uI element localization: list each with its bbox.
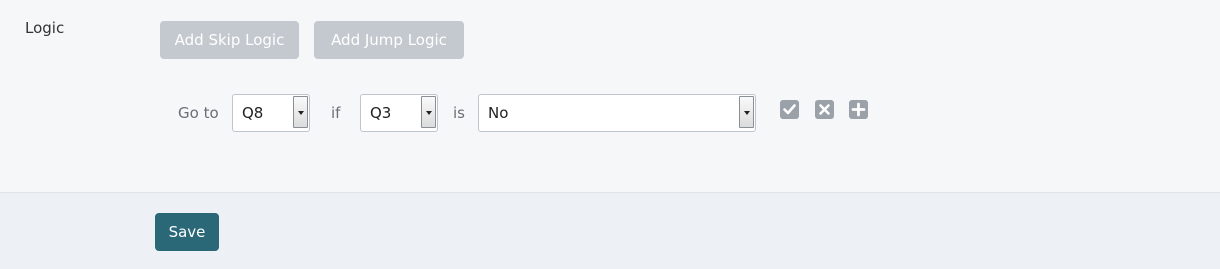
goto-question-select[interactable]: Q8 (232, 94, 310, 132)
if-question-value: Q3 (370, 104, 392, 122)
is-label: is (453, 104, 465, 122)
close-icon[interactable] (815, 100, 834, 119)
check-icon[interactable] (780, 100, 799, 119)
form-footer: Save (0, 192, 1220, 269)
logic-rule-row: Go to Q8 if Q3 is No (0, 94, 1220, 132)
chevron-down-icon[interactable] (739, 96, 754, 128)
save-button[interactable]: Save (155, 213, 219, 251)
plus-icon[interactable] (849, 100, 868, 119)
goto-label: Go to (178, 104, 219, 122)
chevron-down-icon[interactable] (421, 96, 436, 128)
if-question-select[interactable]: Q3 (360, 94, 438, 132)
if-label: if (331, 104, 341, 122)
logic-section: Logic Add Skip Logic Add Jump Logic Go t… (0, 0, 1220, 192)
answer-select[interactable]: No (478, 94, 756, 132)
add-skip-logic-button[interactable]: Add Skip Logic (160, 21, 299, 59)
answer-value: No (488, 104, 509, 122)
add-jump-logic-button[interactable]: Add Jump Logic (314, 21, 464, 59)
section-label: Logic (25, 19, 65, 37)
goto-question-value: Q8 (242, 104, 264, 122)
chevron-down-icon[interactable] (293, 96, 308, 128)
